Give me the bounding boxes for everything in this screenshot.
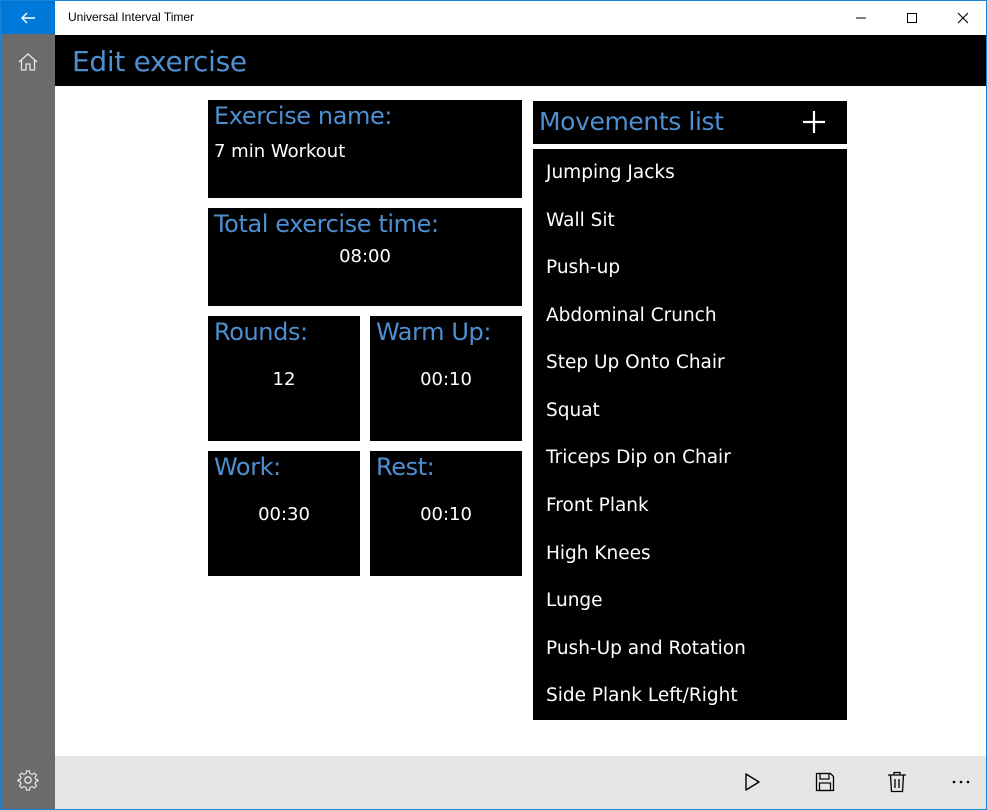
page-header: Edit exercise bbox=[55, 35, 986, 86]
exercise-name-tile[interactable]: Exercise name: 7 min Workout bbox=[208, 100, 522, 198]
nav-home-button[interactable] bbox=[1, 42, 55, 82]
save-icon bbox=[815, 772, 835, 792]
movement-item[interactable]: Jumping Jacks bbox=[546, 162, 675, 183]
movement-item[interactable]: Front Plank bbox=[546, 495, 649, 516]
movement-item[interactable]: Side Plank Left/Right bbox=[546, 685, 738, 706]
play-icon bbox=[745, 773, 760, 791]
rest-tile[interactable]: Rest: 00:10 bbox=[370, 451, 522, 576]
movement-item[interactable]: Abdominal Crunch bbox=[546, 305, 717, 326]
work-label: Work: bbox=[214, 453, 281, 481]
plus-icon bbox=[803, 111, 825, 133]
warmup-tile[interactable]: Warm Up: 00:10 bbox=[370, 316, 522, 441]
rest-value[interactable]: 00:10 bbox=[370, 504, 522, 525]
nav-rail bbox=[1, 34, 55, 809]
home-icon bbox=[18, 53, 38, 71]
delete-icon bbox=[888, 771, 906, 793]
add-movement-button[interactable] bbox=[799, 107, 829, 137]
back-button[interactable] bbox=[1, 1, 55, 34]
work-value[interactable]: 00:30 bbox=[208, 504, 360, 525]
gear-icon bbox=[17, 770, 39, 791]
rounds-label: Rounds: bbox=[214, 318, 308, 346]
movement-item[interactable]: Push-up bbox=[546, 257, 620, 278]
warmup-value[interactable]: 00:10 bbox=[370, 369, 522, 390]
delete-button[interactable] bbox=[877, 762, 917, 802]
app-title: Universal Interval Timer bbox=[68, 10, 195, 24]
title-bar: Universal Interval Timer bbox=[1, 1, 986, 34]
total-time-tile: Total exercise time: 08:00 bbox=[208, 208, 522, 306]
exercise-name-label: Exercise name: bbox=[214, 102, 393, 130]
movement-item[interactable]: Push-Up and Rotation bbox=[546, 638, 746, 659]
rounds-value[interactable]: 12 bbox=[208, 369, 360, 390]
back-arrow-icon bbox=[21, 12, 35, 23]
more-button[interactable] bbox=[941, 762, 981, 802]
maximize-icon bbox=[907, 12, 917, 23]
rounds-tile[interactable]: Rounds: 12 bbox=[208, 316, 360, 441]
minimize-icon bbox=[856, 17, 866, 18]
warmup-label: Warm Up: bbox=[376, 318, 492, 346]
play-button[interactable] bbox=[732, 762, 772, 802]
movements-list: Jumping Jacks Wall Sit Push-up Abdominal… bbox=[533, 149, 847, 720]
movement-item[interactable]: Step Up Onto Chair bbox=[546, 352, 725, 373]
close-icon bbox=[957, 12, 969, 23]
total-time-label: Total exercise time: bbox=[214, 210, 439, 238]
save-button[interactable] bbox=[805, 762, 845, 802]
movement-item[interactable]: Squat bbox=[546, 400, 600, 421]
app-window: Universal Interval Timer Edit exercise E… bbox=[0, 0, 987, 810]
minimize-button[interactable] bbox=[838, 1, 884, 34]
movement-item[interactable]: Triceps Dip on Chair bbox=[546, 447, 731, 468]
movements-header: Movements list bbox=[533, 101, 847, 144]
movement-item[interactable]: Wall Sit bbox=[546, 210, 615, 231]
close-button[interactable] bbox=[940, 1, 986, 34]
page-title: Edit exercise bbox=[72, 45, 247, 78]
nav-settings-button[interactable] bbox=[1, 759, 55, 801]
total-time-value: 08:00 bbox=[339, 246, 391, 267]
rest-label: Rest: bbox=[376, 453, 435, 481]
exercise-name-value[interactable]: 7 min Workout bbox=[214, 141, 345, 162]
more-icon bbox=[952, 780, 970, 784]
movement-item[interactable]: High Knees bbox=[546, 543, 651, 564]
movement-item[interactable]: Lunge bbox=[546, 590, 603, 611]
movements-title: Movements list bbox=[539, 107, 724, 136]
work-tile[interactable]: Work: 00:30 bbox=[208, 451, 360, 576]
maximize-button[interactable] bbox=[889, 1, 935, 34]
command-bar bbox=[55, 756, 986, 809]
